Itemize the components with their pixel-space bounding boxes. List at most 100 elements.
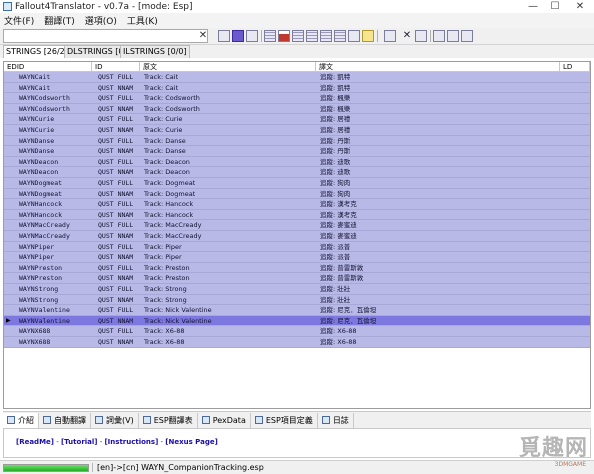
tab-label: 介紹 [18, 415, 34, 425]
table-row[interactable]: WAYNDanse QUST FULL Track: Danse 追蹤: 丹斯 [4, 135, 590, 147]
minimize-button[interactable]: — [522, 0, 544, 13]
import-icon[interactable] [433, 30, 445, 42]
tab-esp-table[interactable]: ESP翻譯表 [139, 412, 198, 428]
table-row[interactable]: WAYNX688 QUST FULL Track: X6-88 追蹤: X6-88 [4, 326, 590, 337]
close-button[interactable]: ✕ [566, 0, 594, 13]
table-alt-icon[interactable] [320, 30, 332, 42]
menu-options[interactable]: 選項(O) [85, 14, 117, 27]
tag-icon[interactable] [384, 30, 396, 42]
table-row[interactable]: WAYNCodsworth QUST NNAM Track: Codsworth 追蹤… [4, 103, 590, 115]
mark-red-icon[interactable] [278, 30, 290, 42]
cell-edid: WAYNCodsworth [19, 94, 70, 103]
search-icon[interactable] [348, 30, 360, 42]
cell-source: Track: Dogmeat [144, 179, 196, 187]
tab-intro[interactable]: 介紹 [3, 412, 39, 428]
filter-icon[interactable] [218, 30, 230, 42]
table-row[interactable]: WAYNCait QUST FULL Track: Cait 追蹤: 凱特 [4, 72, 590, 83]
column-source[interactable]: 原文 [140, 62, 316, 72]
tutorial-link[interactable]: [Tutorial] [61, 438, 98, 446]
view-toggle-icon[interactable] [232, 30, 244, 42]
cell-source: Track: Piper [144, 253, 182, 262]
table-row[interactable]: ▶ WAYNValentine QUST NNAM Track: Nick Valen… [4, 315, 590, 327]
info-icon [7, 416, 15, 424]
status-text: [en]->[cn] WAYN_CompanionTracking.esp [92, 463, 264, 472]
cell-id: QUST FULL [98, 73, 134, 81]
tab-ilstrings[interactable]: ILSTRINGS [0/0] [120, 45, 190, 58]
copy-icon[interactable] [415, 30, 427, 42]
table-row[interactable]: WAYNDogmeat QUST NNAM Track: Dogmeat 追蹤: 狗肉 [4, 188, 590, 200]
cell-id: QUST FULL [98, 94, 134, 103]
tab-log[interactable]: 日誌 [318, 412, 354, 428]
cell-id: QUST NNAM [98, 210, 134, 219]
readme-link[interactable]: [ReadMe] [16, 438, 54, 446]
cell-source: Track: Deacon [144, 168, 190, 177]
column-id[interactable]: ID [92, 62, 140, 72]
instructions-link[interactable]: [Instructions] [104, 438, 158, 446]
list-icon[interactable] [264, 30, 276, 42]
search-input[interactable] [3, 29, 208, 43]
table-row[interactable]: WAYNValentine QUST FULL Track: Nick Valent… [4, 305, 590, 316]
tab-vocabulary[interactable]: 詞彙(V) [91, 412, 139, 428]
table-row[interactable]: WAYNStrong QUST NNAM Track: Strong 追蹤: 壯壯 [4, 294, 590, 306]
table-row[interactable]: WAYNX688 QUST NNAM Track: X6-88 追蹤: X6-88 [4, 337, 590, 348]
strings-table: EDID ID 原文 譯文 LD WAYNCait QUST FULL Track:… [3, 61, 591, 409]
cell-source: Track: Codsworth [144, 94, 200, 103]
cell-id: QUST NNAM [98, 232, 134, 240]
tab-pexdata[interactable]: PexData [198, 412, 251, 428]
watermark: 覓趣网 3DMGAME [519, 428, 592, 472]
cell-edid: WAYNStrong [19, 285, 59, 293]
table-row[interactable]: WAYNDogmeat QUST FULL Track: Dogmeat 追蹤: 狗肉 [4, 178, 590, 189]
lock-icon[interactable] [461, 30, 473, 42]
cell-source: Track: Nick Valentine [144, 306, 212, 315]
cell-target: 追蹤: 居禮 [320, 126, 351, 134]
cell-edid: WAYNDeacon [19, 157, 59, 166]
watermark-site: 3DMGAME [554, 461, 586, 468]
table-row[interactable]: WAYNCait QUST NNAM Track: Cait 追蹤: 凱特 [4, 82, 590, 94]
table-row[interactable]: WAYNMacCready QUST NNAM Track: MacCready 追蹤… [4, 231, 590, 242]
cell-id: QUST NNAM [98, 147, 134, 156]
table-row[interactable]: WAYNDanse QUST NNAM Track: Danse 追蹤: 丹斯 [4, 146, 590, 157]
table-icon[interactable] [306, 30, 318, 42]
cell-target: 追蹤: 凱特 [320, 73, 351, 81]
table-row[interactable]: WAYNPiper QUST NNAM Track: Piper 追蹤: 派普 [4, 252, 590, 263]
menu-tools[interactable]: 工具(K) [127, 14, 158, 27]
cell-source: Track: Strong [144, 295, 187, 304]
nexus-page-link[interactable]: [Nexus Page] [165, 438, 218, 446]
table-row[interactable]: WAYNDeacon QUST FULL Track: Deacon 追蹤: 迪歌 [4, 156, 590, 168]
table-row[interactable]: WAYNPreston QUST NNAM Track: Preston 追蹤: 普雷… [4, 273, 590, 284]
cell-edid: WAYNPreston [19, 274, 63, 283]
list-alt-icon[interactable] [292, 30, 304, 42]
table-row[interactable]: WAYNDeacon QUST NNAM Track: Deacon 追蹤: 迪歌 [4, 167, 590, 178]
title-bar: Fallout4Translator - v0.7a - [mode: Esp]… [0, 0, 594, 13]
table-row[interactable]: WAYNPreston QUST FULL Track: Preston 追蹤: 普雷… [4, 262, 590, 274]
cell-id: QUST FULL [98, 263, 134, 272]
cell-edid: WAYNCodsworth [19, 104, 70, 113]
tab-esp-definitions[interactable]: ESP項目定義 [251, 412, 318, 428]
table-row[interactable]: WAYNCurie QUST NNAM Track: Curie 追蹤: 居禮 [4, 125, 590, 136]
tab-auto-translate[interactable]: 自動翻譯 [39, 412, 91, 428]
grid-view-icon[interactable] [246, 30, 258, 42]
compare-icon[interactable] [334, 30, 346, 42]
column-edid[interactable]: EDID [4, 62, 92, 72]
clear-search-icon[interactable]: ✕ [198, 29, 208, 43]
table-row[interactable]: WAYNHancock QUST FULL Track: Hancock 追蹤: 漢考… [4, 199, 590, 210]
table-row[interactable]: WAYNCurie QUST FULL Track: Curie 追蹤: 居禮 [4, 114, 590, 125]
table-icon [142, 416, 151, 424]
table-row[interactable]: WAYNPiper QUST FULL Track: Piper 追蹤: 派普 [4, 241, 590, 253]
column-target[interactable]: 譯文 [316, 62, 560, 72]
maximize-button[interactable]: ☐ [544, 0, 566, 13]
cell-source: Track: Hancock [144, 200, 194, 209]
definition-icon [254, 416, 263, 424]
table-row[interactable]: WAYNHancock QUST NNAM Track: Hancock 追蹤: 漢考… [4, 209, 590, 221]
menu-translate[interactable]: 翻譯(T) [44, 14, 75, 27]
menu-file[interactable]: 文件(F) [4, 14, 34, 27]
export-icon[interactable] [447, 30, 459, 42]
table-row[interactable]: WAYNStrong QUST FULL Track: Strong 追蹤: 壯壯 [4, 284, 590, 295]
table-row[interactable]: WAYNMacCready QUST FULL Track: MacCready 追蹤… [4, 220, 590, 231]
lightbulb-icon[interactable] [362, 30, 374, 42]
table-row[interactable]: WAYNCodsworth QUST FULL Track: Codsworth 追蹤… [4, 93, 590, 104]
cell-edid: WAYNPreston [19, 263, 63, 272]
column-ld[interactable]: LD [560, 62, 590, 72]
cell-target: 追蹤: 派普 [320, 242, 351, 251]
close-icon[interactable]: ✕ [401, 29, 413, 43]
